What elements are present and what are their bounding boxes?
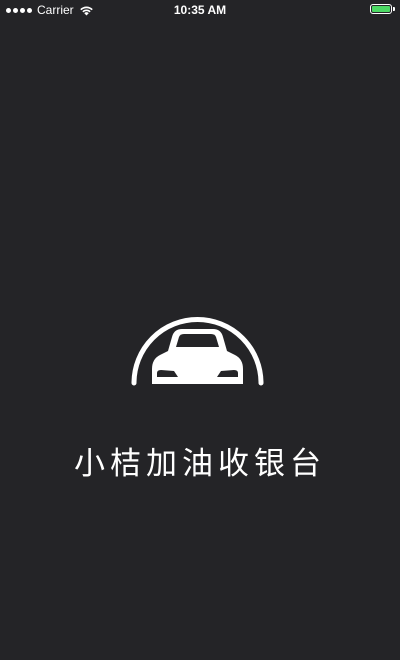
battery-icon bbox=[370, 4, 392, 14]
status-time: 10:35 AM bbox=[173, 3, 227, 17]
status-bar: Carrier 10:35 AM bbox=[0, 0, 400, 20]
battery-cap bbox=[393, 7, 395, 11]
battery-fill bbox=[372, 6, 390, 12]
app-title: 小桔加油收银台 bbox=[74, 446, 326, 482]
car-logo-icon bbox=[131, 317, 264, 386]
